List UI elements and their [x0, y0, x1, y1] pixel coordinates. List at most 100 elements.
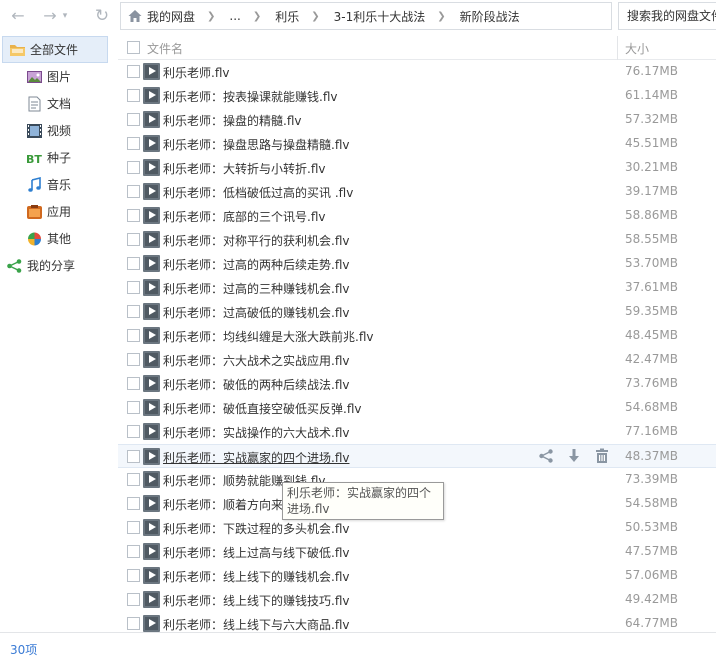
- file-name[interactable]: 利乐老师：线上过高与线下破低.flv: [163, 544, 349, 561]
- row-checkbox[interactable]: [127, 545, 140, 558]
- file-name[interactable]: 利乐老师：均线纠缠是大涨大跌前兆.flv: [163, 328, 373, 345]
- row-checkbox[interactable]: [127, 593, 140, 606]
- forward-arrow-icon[interactable]: →: [40, 6, 60, 26]
- sidebar-item-apps[interactable]: 应用: [0, 198, 112, 225]
- column-header-name[interactable]: 文件名: [147, 40, 183, 57]
- svg-text:BT: BT: [26, 153, 42, 166]
- file-name[interactable]: 利乐老师：底部的三个讯号.flv: [163, 208, 325, 225]
- row-checkbox[interactable]: [127, 209, 140, 222]
- file-name[interactable]: 利乐老师：操盘思路与操盘精髓.flv: [163, 136, 349, 153]
- sidebar-item-documents[interactable]: 文档: [0, 90, 112, 117]
- file-name[interactable]: 利乐老师：线上线下与六大商品.flv: [163, 616, 349, 632]
- file-name[interactable]: 利乐老师：线上线下的赚钱技巧.flv: [163, 592, 349, 609]
- row-checkbox[interactable]: [127, 450, 140, 463]
- table-row[interactable]: 利乐老师：均线纠缠是大涨大跌前兆.flv 48.45MB: [118, 324, 716, 348]
- file-name[interactable]: 利乐老师：顺着方向来: [163, 496, 283, 513]
- video-file-icon: [143, 519, 160, 536]
- row-checkbox[interactable]: [127, 233, 140, 246]
- delete-icon[interactable]: [594, 448, 610, 464]
- file-size: 39.17MB: [625, 184, 678, 198]
- row-checkbox[interactable]: [127, 617, 140, 630]
- breadcrumb-item[interactable]: ...: [229, 9, 240, 23]
- history-dropdown-icon[interactable]: ▾: [60, 6, 70, 26]
- column-divider[interactable]: [617, 36, 618, 60]
- file-name[interactable]: 利乐老师：实战操作的六大战术.flv: [163, 424, 349, 441]
- select-all-checkbox[interactable]: [127, 41, 140, 54]
- table-row[interactable]: 利乐老师：操盘的精髓.flv 57.32MB: [118, 108, 716, 132]
- table-row[interactable]: 利乐老师：操盘思路与操盘精髓.flv 45.51MB: [118, 132, 716, 156]
- file-name[interactable]: 利乐老师：破低直接空破低买反弹.flv: [163, 400, 361, 417]
- file-name[interactable]: 利乐老师：破低的两种后续战法.flv: [163, 376, 349, 393]
- column-header-size[interactable]: 大小: [625, 40, 649, 57]
- file-name[interactable]: 利乐老师：过高的两种后续走势.flv: [163, 256, 349, 273]
- row-checkbox[interactable]: [127, 257, 140, 270]
- video-file-icon: [143, 231, 160, 248]
- row-checkbox[interactable]: [127, 521, 140, 534]
- back-arrow-icon[interactable]: ←: [8, 6, 28, 26]
- file-name[interactable]: 利乐老师：按表操课就能赚钱.flv: [163, 88, 337, 105]
- row-checkbox[interactable]: [127, 89, 140, 102]
- row-checkbox[interactable]: [127, 161, 140, 174]
- sidebar-item-others[interactable]: 其他: [0, 225, 112, 252]
- row-checkbox[interactable]: [127, 329, 140, 342]
- row-checkbox[interactable]: [127, 377, 140, 390]
- table-row[interactable]: 利乐老师.flv 76.17MB: [118, 60, 716, 84]
- row-checkbox[interactable]: [127, 497, 140, 510]
- file-name[interactable]: 利乐老师：六大战术之实战应用.flv: [163, 352, 349, 369]
- video-file-icon: [143, 111, 160, 128]
- table-row[interactable]: 利乐老师：过高的两种后续走势.flv 53.70MB: [118, 252, 716, 276]
- share-icon[interactable]: [538, 448, 554, 464]
- sidebar-item-images[interactable]: 图片: [0, 63, 112, 90]
- table-row[interactable]: 利乐老师：按表操课就能赚钱.flv 61.14MB: [118, 84, 716, 108]
- table-row[interactable]: 利乐老师：底部的三个讯号.flv 58.86MB: [118, 204, 716, 228]
- sidebar-item-music[interactable]: 音乐: [0, 171, 112, 198]
- sidebar-item-videos[interactable]: 视频: [0, 117, 112, 144]
- search-input[interactable]: 搜索我的网盘文件: [618, 2, 716, 30]
- table-row[interactable]: 利乐老师：大转折与小转折.flv 30.21MB: [118, 156, 716, 180]
- refresh-icon[interactable]: ↻: [92, 6, 112, 26]
- table-row[interactable]: 利乐老师：破低的两种后续战法.flv 73.76MB: [118, 372, 716, 396]
- file-name[interactable]: 利乐老师：实战赢家的四个进场.flv: [163, 449, 349, 466]
- table-row[interactable]: 利乐老师：过高的三种赚钱机会.flv 37.61MB: [118, 276, 716, 300]
- row-checkbox[interactable]: [127, 425, 140, 438]
- table-row[interactable]: 利乐老师：过高破低的赚钱机会.flv 59.35MB: [118, 300, 716, 324]
- table-row[interactable]: 利乐老师：低档破低过高的买讯 .flv 39.17MB: [118, 180, 716, 204]
- table-row[interactable]: 利乐老师：六大战术之实战应用.flv 42.47MB: [118, 348, 716, 372]
- row-checkbox[interactable]: [127, 401, 140, 414]
- file-name[interactable]: 利乐老师：操盘的精髓.flv: [163, 112, 301, 129]
- table-row[interactable]: 利乐老师：实战操作的六大战术.flv 77.16MB: [118, 420, 716, 444]
- breadcrumb-item[interactable]: 利乐: [275, 8, 299, 25]
- file-name[interactable]: 利乐老师：线上线下的赚钱机会.flv: [163, 568, 349, 585]
- row-checkbox[interactable]: [127, 353, 140, 366]
- table-row[interactable]: 利乐老师：对称平行的获利机会.flv 58.55MB: [118, 228, 716, 252]
- table-row[interactable]: 利乐老师：线上过高与线下破低.flv 47.57MB: [118, 540, 716, 564]
- row-checkbox[interactable]: [127, 113, 140, 126]
- table-row[interactable]: 利乐老师：线上线下的赚钱机会.flv 57.06MB: [118, 564, 716, 588]
- table-row[interactable]: 利乐老师：线上线下与六大商品.flv 64.77MB: [118, 612, 716, 632]
- sidebar-item-my-shares[interactable]: 我的分享: [0, 252, 112, 279]
- file-name[interactable]: 利乐老师：下跌过程的多头机会.flv: [163, 520, 349, 537]
- row-checkbox[interactable]: [127, 65, 140, 78]
- row-checkbox[interactable]: [127, 185, 140, 198]
- file-name[interactable]: 利乐老师：大转折与小转折.flv: [163, 160, 325, 177]
- row-checkbox[interactable]: [127, 305, 140, 318]
- breadcrumb-home[interactable]: 我的网盘: [127, 8, 195, 25]
- sidebar-item-torrents[interactable]: BT 种子: [0, 144, 112, 171]
- table-row[interactable]: 利乐老师：实战赢家的四个进场.flv 48.37MB: [118, 444, 716, 468]
- breadcrumb-item[interactable]: 3-1利乐十大战法: [334, 8, 426, 25]
- file-name[interactable]: 利乐老师：过高的三种赚钱机会.flv: [163, 280, 349, 297]
- table-row[interactable]: 利乐老师：破低直接空破低买反弹.flv 54.68MB: [118, 396, 716, 420]
- table-row[interactable]: 利乐老师：线上线下的赚钱技巧.flv 49.42MB: [118, 588, 716, 612]
- row-checkbox[interactable]: [127, 281, 140, 294]
- sidebar-item-all-files[interactable]: 全部文件: [2, 36, 108, 63]
- sidebar-item-label: 我的分享: [27, 259, 76, 273]
- row-checkbox[interactable]: [127, 473, 140, 486]
- file-name[interactable]: 利乐老师：对称平行的获利机会.flv: [163, 232, 349, 249]
- file-name[interactable]: 利乐老师：低档破低过高的买讯 .flv: [163, 184, 353, 201]
- file-name[interactable]: 利乐老师：过高破低的赚钱机会.flv: [163, 304, 349, 321]
- row-checkbox[interactable]: [127, 137, 140, 150]
- file-name[interactable]: 利乐老师.flv: [163, 64, 229, 81]
- row-checkbox[interactable]: [127, 569, 140, 582]
- download-icon[interactable]: [566, 448, 582, 464]
- breadcrumb-item[interactable]: 新阶段战法: [460, 8, 520, 25]
